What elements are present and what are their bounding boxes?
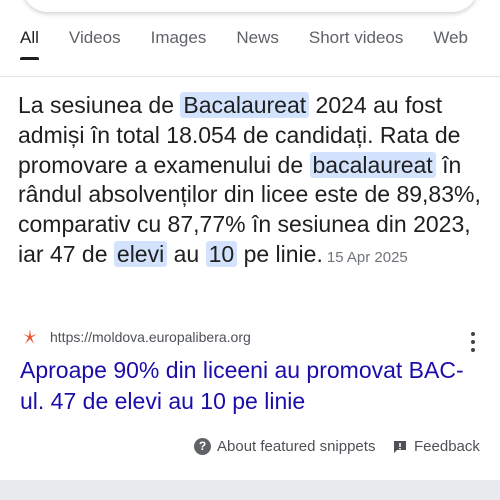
about-featured-snippets[interactable]: ? About featured snippets [194, 438, 375, 455]
tab-images[interactable]: Images [151, 28, 207, 60]
snippet-text: pe linie. [237, 240, 323, 267]
source-url[interactable]: https://moldova.europalibera.org [50, 329, 251, 345]
tab-web[interactable]: Web [433, 28, 468, 60]
tab-short-videos[interactable]: Short videos [309, 28, 404, 60]
europalibera-favicon-icon [23, 329, 37, 344]
search-tabs: All Videos Images News Short videos Web [0, 28, 500, 60]
snippet-highlight: Bacalaureat [180, 92, 310, 118]
bottom-divider-band [0, 480, 500, 500]
tab-news[interactable]: News [236, 28, 279, 60]
source-row[interactable]: https://moldova.europalibera.org [22, 328, 251, 346]
feedback-button[interactable]: Feedback [392, 438, 480, 455]
feedback-icon [394, 440, 406, 453]
snippet-text: au [167, 240, 206, 267]
feedback-label: Feedback [414, 438, 480, 455]
snippet-text: La sesiunea de [18, 92, 181, 118]
result-title-link[interactable]: Aproape 90% din liceeni au promovat BAC-… [20, 355, 480, 417]
snippet-highlight: bacalaureat [309, 151, 436, 178]
snippet-date: 15 Apr 2025 [326, 248, 408, 266]
search-box[interactable] [22, 0, 478, 12]
more-options-icon[interactable] [470, 332, 476, 352]
tab-all[interactable]: All [20, 28, 39, 60]
featured-snippet-text: La sesiunea de Bacalaureat 2024 au fost … [18, 91, 488, 273]
snippet-highlight: elevi [113, 240, 168, 267]
snippet-footer: ? About featured snippets Feedback [0, 438, 500, 460]
help-icon: ? [194, 438, 211, 455]
about-label: About featured snippets [217, 438, 376, 455]
divider [0, 76, 500, 77]
tab-videos[interactable]: Videos [69, 28, 121, 60]
snippet-highlight: 10 [205, 240, 238, 267]
